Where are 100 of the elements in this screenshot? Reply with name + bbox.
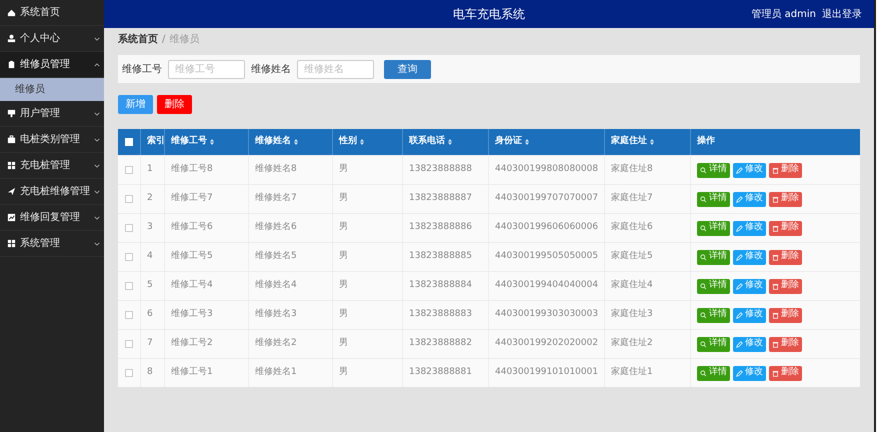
checkbox[interactable] — [125, 311, 133, 319]
trash-icon — [772, 312, 779, 318]
column-header[interactable]: 身份证 — [495, 135, 529, 149]
detail-button[interactable]: 详情 — [697, 250, 730, 264]
table-cell-text: 男 — [339, 366, 348, 380]
field-label: 维修姓名 — [251, 62, 291, 76]
sort-icon[interactable] — [448, 139, 452, 145]
table-cell-text: 2 — [147, 192, 153, 206]
column-header[interactable]: 维修工号 — [171, 135, 214, 149]
delete-button[interactable]: 删除 — [157, 95, 192, 114]
signboard-icon — [7, 109, 16, 118]
detail-button[interactable]: 详情 — [697, 162, 730, 178]
delete-button[interactable]: 删除 — [769, 162, 802, 178]
delete-button[interactable]: 删除 — [769, 336, 802, 352]
table-cell-text: 440300199606060006 — [495, 221, 598, 234]
breadcrumb-item[interactable]: 维修员 — [169, 32, 200, 46]
input-field[interactable]: 维修姓名 — [297, 60, 374, 78]
detail-button[interactable]: 详情 — [697, 278, 730, 294]
sidebar-submenu-item[interactable]: 维修员 — [0, 78, 104, 101]
table-cell-text: 440300199404040004 — [495, 279, 598, 292]
delete-button[interactable]: 删除 — [769, 278, 802, 294]
checkbox[interactable] — [125, 253, 133, 261]
chevron-down-icon — [94, 216, 100, 220]
sidebar-menu-item[interactable]: 维修员管理 — [0, 52, 104, 78]
detail-button[interactable]: 详情 — [697, 336, 730, 352]
column-header[interactable]: 维修姓名 — [255, 135, 298, 149]
table-cell-text: 维修工号7 — [171, 192, 213, 206]
checkbox[interactable] — [125, 166, 133, 174]
pencil-icon — [736, 340, 743, 348]
checkbox[interactable] — [125, 340, 133, 348]
edit-button[interactable]: 修改 — [733, 162, 766, 178]
table-cell-text: 440300199707070007 — [495, 192, 598, 206]
edit-button[interactable]: 修改 — [733, 336, 766, 352]
sort-icon[interactable] — [650, 139, 654, 145]
table-cell-text: 家庭住址2 — [611, 337, 653, 350]
table-cell-text: 4 — [147, 250, 153, 264]
grid-icon — [7, 161, 16, 170]
checkbox[interactable] — [125, 138, 133, 146]
table-cell-text: 维修工号5 — [171, 250, 213, 264]
delete-button[interactable]: 删除 — [769, 308, 802, 322]
trash-icon — [772, 166, 779, 174]
checkbox[interactable] — [125, 195, 133, 203]
edit-button[interactable]: 修改 — [733, 278, 766, 294]
table-cell-text: 440300199101010001 — [495, 366, 598, 380]
table-cell-text: 维修工号4 — [171, 279, 213, 292]
table-cell-text: 维修姓名5 — [255, 250, 297, 264]
search-icon — [700, 370, 707, 376]
logout-link[interactable]: 退出登录 — [822, 6, 862, 22]
edit-button[interactable]: 修改 — [733, 250, 766, 264]
column-header[interactable]: 联系电话 — [409, 135, 452, 149]
table-cell-text: 男 — [339, 308, 348, 322]
column-header[interactable]: 家庭住址 — [611, 135, 654, 149]
delete-button[interactable]: 删除 — [769, 220, 802, 236]
table-cell-text: 440300199505050005 — [495, 250, 598, 264]
chevron-down-icon — [94, 36, 100, 40]
chevron-down-icon — [94, 242, 100, 246]
table-cell-text: 维修姓名7 — [255, 192, 297, 206]
table-cell-text: 男 — [339, 279, 348, 292]
chevron-down-icon — [94, 138, 100, 142]
add-button[interactable]: 新增 — [118, 95, 153, 114]
edit-button[interactable]: 修改 — [733, 192, 766, 206]
search-icon — [700, 312, 707, 318]
detail-button[interactable]: 详情 — [697, 192, 730, 206]
breadcrumb-item[interactable]: 系统首页 — [118, 32, 158, 46]
checkbox[interactable] — [125, 224, 133, 232]
table-cell-text: 男 — [339, 337, 348, 350]
column-header[interactable]: 性别 — [339, 135, 364, 149]
detail-button[interactable]: 详情 — [697, 366, 730, 380]
delete-button[interactable]: 删除 — [769, 250, 802, 264]
search-icon — [700, 340, 707, 348]
chevron-up-icon — [94, 62, 100, 66]
sort-icon[interactable] — [210, 139, 214, 145]
sort-icon[interactable] — [294, 139, 298, 145]
breadcrumb-separator: / — [162, 32, 166, 46]
pencil-icon — [736, 224, 743, 232]
delete-button[interactable]: 删除 — [769, 192, 802, 206]
search-button[interactable]: 查询 — [384, 60, 431, 78]
clipboard-icon — [7, 60, 16, 69]
detail-button[interactable]: 详情 — [697, 220, 730, 236]
checkbox[interactable] — [125, 282, 133, 290]
sort-icon[interactable] — [525, 139, 529, 145]
edit-button[interactable]: 修改 — [733, 220, 766, 236]
edit-button[interactable]: 修改 — [733, 366, 766, 380]
table-cell-text: 男 — [339, 163, 348, 176]
delete-button[interactable]: 删除 — [769, 366, 802, 380]
field-label: 维修工号 — [122, 62, 162, 76]
pencil-icon — [736, 254, 743, 260]
table-cell-text: 440300199303030003 — [495, 308, 598, 322]
input-field[interactable]: 维修工号 — [168, 60, 245, 78]
edit-button[interactable]: 修改 — [733, 308, 766, 322]
sort-icon[interactable] — [360, 139, 364, 145]
trash-icon — [772, 370, 779, 376]
table-cell-text: 维修姓名3 — [255, 308, 297, 322]
table-cell-text: 维修姓名1 — [255, 366, 297, 380]
checkbox[interactable] — [125, 369, 133, 377]
search-icon — [700, 196, 707, 202]
trash-icon — [772, 340, 779, 348]
table-cell-text: 13823888883 — [409, 308, 472, 322]
detail-button[interactable]: 详情 — [697, 308, 730, 322]
table-cell-text: 440300199808080008 — [495, 163, 598, 176]
